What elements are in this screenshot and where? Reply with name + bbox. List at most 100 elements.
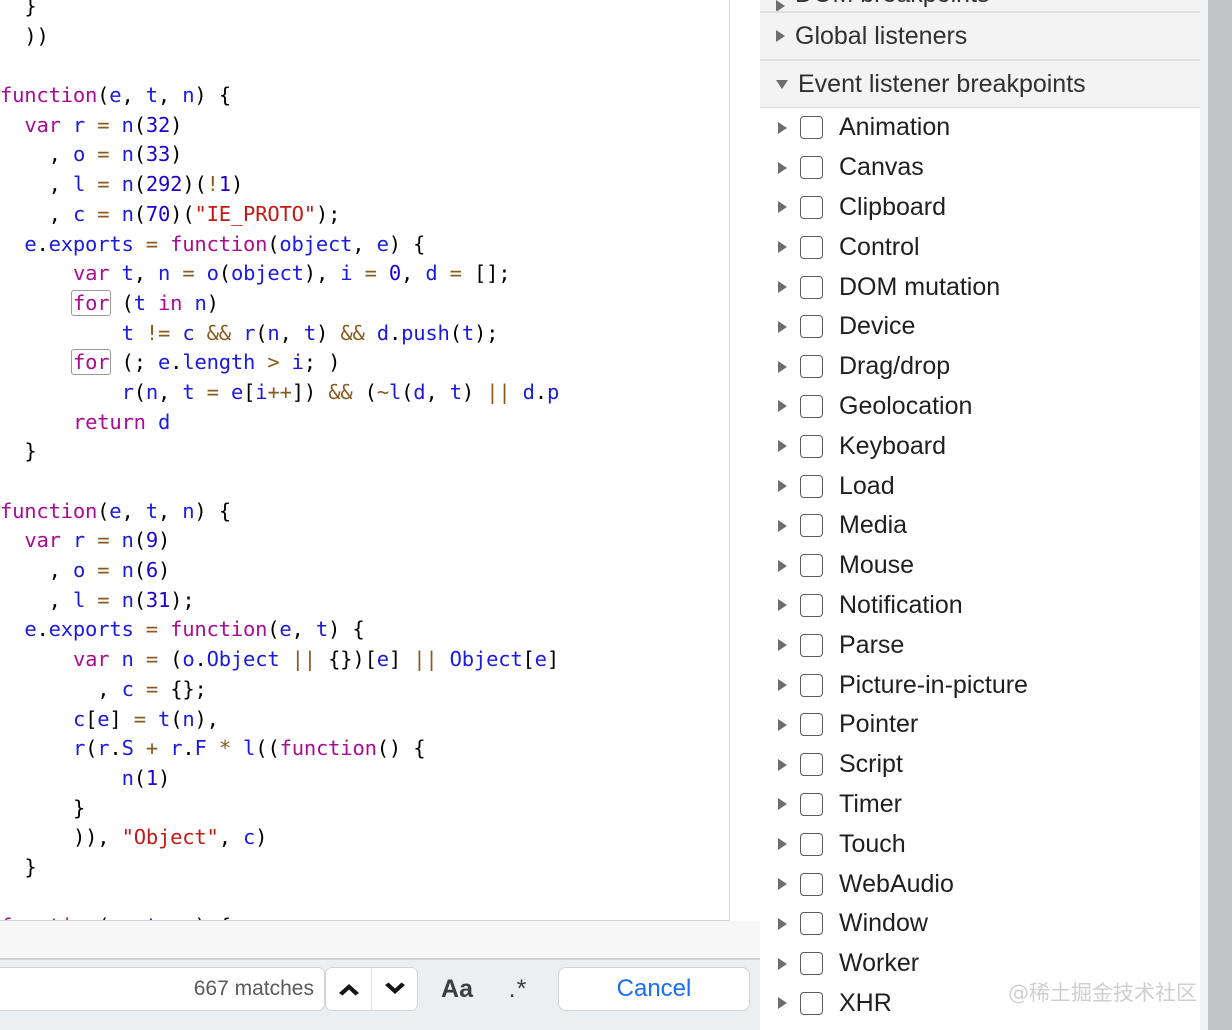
breakpoint-checkbox-worker[interactable] xyxy=(800,952,823,976)
breakpoint-row-geolocation[interactable]: Geolocation xyxy=(760,387,1200,427)
chevron-right-icon[interactable] xyxy=(778,878,787,891)
breakpoint-row-notification[interactable]: Notification xyxy=(760,586,1200,626)
breakpoint-row-script[interactable]: Script xyxy=(760,745,1200,785)
breakpoint-row-pointer[interactable]: Pointer xyxy=(760,705,1200,745)
breakpoint-row-drag-drop[interactable]: Drag/drop xyxy=(760,347,1200,387)
breakpoint-checkbox-control[interactable] xyxy=(800,235,823,259)
chevron-right-icon[interactable] xyxy=(778,201,787,214)
breakpoint-row-animation[interactable]: Animation xyxy=(760,108,1200,148)
chevron-right-icon[interactable] xyxy=(778,161,787,174)
chevron-right-icon[interactable] xyxy=(778,917,787,930)
sidebar-section-label: DOM breakpoints xyxy=(795,0,990,9)
breakpoint-label: Clipboard xyxy=(839,192,947,221)
chevron-right-icon[interactable] xyxy=(778,758,787,771)
breakpoint-checkbox-xhr[interactable] xyxy=(800,991,823,1015)
breakpoint-row-dom-mutation[interactable]: DOM mutation xyxy=(760,267,1200,307)
breakpoint-checkbox-keyboard[interactable] xyxy=(800,434,823,458)
breakpoint-row-window[interactable]: Window xyxy=(760,904,1200,944)
breakpoint-checkbox-animation[interactable] xyxy=(800,116,823,140)
breakpoint-checkbox-notification[interactable] xyxy=(800,593,823,617)
regex-toggle[interactable]: .* xyxy=(495,967,541,1011)
breakpoint-checkbox-pointer[interactable] xyxy=(800,713,823,737)
sidebar-section-global-listeners[interactable]: Global listeners xyxy=(760,12,1200,60)
breakpoint-row-control[interactable]: Control xyxy=(760,227,1200,267)
chevron-right-icon[interactable] xyxy=(778,559,787,572)
breakpoint-checkbox-device[interactable] xyxy=(800,315,823,339)
cancel-button[interactable]: Cancel xyxy=(558,967,750,1011)
chevron-right-icon[interactable] xyxy=(778,320,787,333)
breakpoint-checkbox-load[interactable] xyxy=(800,474,823,498)
breakpoint-checkbox-media[interactable] xyxy=(800,514,823,538)
chevron-right-icon[interactable] xyxy=(778,480,787,493)
chevron-right-icon[interactable] xyxy=(778,798,787,811)
chevron-right-icon[interactable] xyxy=(778,838,787,851)
match-count-label: 667 matches xyxy=(193,977,314,1000)
chevron-right-icon[interactable] xyxy=(778,360,787,373)
chevron-right-icon[interactable] xyxy=(778,639,787,652)
code-line: r(n, t = e[i++]) && (~l(d, t) || d.p xyxy=(121,379,560,404)
breakpoint-row-timer[interactable]: Timer xyxy=(760,785,1200,825)
breakpoint-checkbox-picture-in-picture[interactable] xyxy=(800,673,823,697)
breakpoint-checkbox-dom-mutation[interactable] xyxy=(800,275,823,299)
chevron-right-icon[interactable] xyxy=(778,679,787,692)
breakpoint-label: Drag/drop xyxy=(839,352,951,381)
devtools-sources-screen: } )) function(e, t, n) { var r = n(32) ,… xyxy=(0,0,1232,1030)
breakpoint-checkbox-window[interactable] xyxy=(800,912,823,936)
page-scrollbar-thumb[interactable] xyxy=(1208,0,1232,1030)
chevron-right-icon[interactable] xyxy=(778,519,787,532)
breakpoint-checkbox-parse[interactable] xyxy=(800,633,823,657)
event-listener-breakpoints-list: Animation Canvas Clipboard Control DOM mutat… xyxy=(760,108,1200,1024)
chevron-right-icon[interactable] xyxy=(778,440,787,453)
breakpoint-checkbox-mouse[interactable] xyxy=(800,554,823,578)
sidebar-section-event-listener-breakpoints[interactable]: Event listener breakpoints xyxy=(760,60,1200,108)
breakpoint-row-touch[interactable]: Touch xyxy=(760,824,1200,864)
source-code-pane[interactable]: } )) function(e, t, n) { var r = n(32) ,… xyxy=(0,0,730,921)
breakpoint-checkbox-timer[interactable] xyxy=(800,792,823,816)
breakpoint-label: Geolocation xyxy=(839,391,973,420)
breakpoint-row-clipboard[interactable]: Clipboard xyxy=(760,188,1200,228)
chevron-right-icon[interactable] xyxy=(778,718,787,731)
breakpoint-row-load[interactable]: Load xyxy=(760,466,1200,506)
breakpoint-row-media[interactable]: Media xyxy=(760,506,1200,546)
search-nav-buttons xyxy=(325,967,418,1011)
breakpoint-row-picture-in-picture[interactable]: Picture-in-picture xyxy=(760,665,1200,705)
breakpoint-checkbox-canvas[interactable] xyxy=(800,156,823,180)
page-scrollbar-track[interactable] xyxy=(1200,0,1232,1030)
breakpoint-checkbox-webaudio[interactable] xyxy=(800,872,823,896)
code-line: } xyxy=(24,0,37,18)
breakpoint-row-mouse[interactable]: Mouse xyxy=(760,546,1200,586)
breakpoint-checkbox-geolocation[interactable] xyxy=(800,394,823,418)
breakpoint-checkbox-clipboard[interactable] xyxy=(800,195,823,219)
breakpoint-label: Animation xyxy=(839,113,951,142)
breakpoint-row-device[interactable]: Device xyxy=(760,307,1200,347)
chevron-down-icon xyxy=(382,980,408,998)
sidebar-section-dom-breakpoints[interactable]: DOM breakpoints xyxy=(760,0,1200,12)
chevron-up-icon xyxy=(336,980,362,998)
previous-match-button[interactable] xyxy=(326,968,371,1010)
search-input-wrapper[interactable]: 667 matches xyxy=(0,967,325,1011)
breakpoint-checkbox-drag-drop[interactable] xyxy=(800,355,823,379)
chevron-right-icon[interactable] xyxy=(778,599,787,612)
match-case-toggle[interactable]: Aa xyxy=(430,967,484,1011)
breakpoint-checkbox-touch[interactable] xyxy=(800,832,823,856)
chevron-right-icon[interactable] xyxy=(778,241,787,254)
next-match-button[interactable] xyxy=(371,968,417,1010)
breakpoint-row-webaudio[interactable]: WebAudio xyxy=(760,864,1200,904)
breakpoint-row-worker[interactable]: Worker xyxy=(760,944,1200,984)
breakpoint-row-xhr[interactable]: XHR xyxy=(760,984,1200,1024)
chevron-right-icon[interactable] xyxy=(778,997,787,1010)
chevron-right-icon[interactable] xyxy=(778,400,787,413)
chevron-right-icon[interactable] xyxy=(778,121,787,134)
chevron-right-icon[interactable] xyxy=(778,957,787,970)
breakpoint-row-keyboard[interactable]: Keyboard xyxy=(760,426,1200,466)
chevron-right-icon[interactable] xyxy=(778,281,787,294)
code-line: } xyxy=(72,795,86,820)
breakpoint-checkbox-script[interactable] xyxy=(800,753,823,777)
regex-label: .* xyxy=(508,974,528,1003)
breakpoint-row-canvas[interactable]: Canvas xyxy=(760,148,1200,188)
breakpoint-label: Control xyxy=(839,232,920,261)
breakpoint-row-parse[interactable]: Parse xyxy=(760,625,1200,665)
code-line: } xyxy=(24,439,37,464)
chevron-right-icon xyxy=(776,0,785,11)
source-code-text[interactable]: } )) function(e, t, n) { var r = n(32) ,… xyxy=(0,0,729,920)
